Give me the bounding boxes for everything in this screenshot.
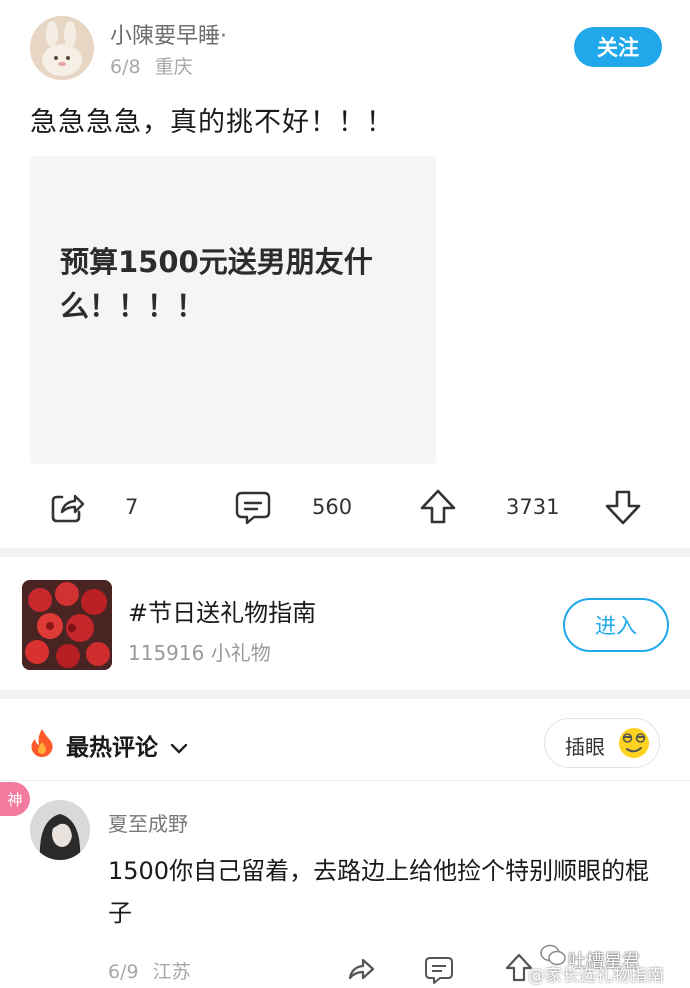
topic-subtitle: 115916 小礼物 — [128, 641, 271, 665]
thumbs-up-arrow-icon — [420, 489, 456, 524]
comment-share-button[interactable] — [346, 954, 376, 988]
thumbs-down-arrow-icon — [605, 490, 641, 525]
enter-topic-button[interactable]: 进入 — [563, 598, 669, 652]
insert-label: 插眼 — [565, 735, 605, 759]
topic-thumbnail[interactable] — [22, 580, 112, 670]
section-divider — [0, 690, 690, 699]
post-username[interactable]: 小陳要早睡· — [110, 18, 227, 50]
like-count: 3731 — [506, 495, 560, 519]
comment-button[interactable] — [234, 488, 272, 530]
insert-eye-button[interactable]: 插眼 — [544, 718, 660, 768]
roses-image — [22, 580, 112, 670]
post-image-text: 预算1500元送男朋友什么！！！！ — [60, 245, 373, 323]
avatar-image — [30, 16, 94, 80]
post-image[interactable]: 预算1500元送男朋友什么！！！！ — [30, 156, 436, 464]
forward-arrow-icon — [348, 958, 375, 980]
commenter-username[interactable]: 夏至成野 — [108, 808, 188, 837]
like-button[interactable] — [419, 488, 457, 530]
comments-separator — [0, 780, 690, 781]
comment-count: 560 — [312, 495, 353, 519]
topic-title[interactable]: #节日送礼物指南 — [128, 593, 316, 628]
post-meta: 6/8 重庆 — [110, 52, 193, 79]
comment-text: 1500你自己留着，去路边上给他捡个特别顺眼的棍子 — [108, 857, 650, 927]
post-date: 6/8 — [110, 56, 141, 78]
post-location: 重庆 — [154, 56, 193, 78]
comments-sort-dropdown[interactable]: 最热评论 — [66, 728, 188, 762]
share-icon — [51, 494, 85, 523]
share-button[interactable] — [48, 488, 86, 530]
smirk-emoji-icon — [619, 728, 649, 758]
comment-reply-button[interactable] — [424, 955, 454, 988]
god-comment-badge: 神 — [0, 782, 30, 816]
post-text: 急急急急，真的挑不好！！！ — [30, 107, 394, 138]
watermark-line2: @家长选礼物指南 — [528, 966, 664, 986]
chevron-down-icon — [170, 743, 188, 754]
comment-date: 6/9 — [108, 961, 139, 983]
comment-icon — [425, 957, 453, 984]
dislike-button[interactable] — [604, 488, 642, 530]
share-count: 7 — [125, 495, 139, 519]
comment-icon — [235, 491, 271, 525]
commenter-avatar-image — [30, 800, 90, 860]
commenter-avatar[interactable] — [30, 800, 90, 860]
sort-label: 最热评论 — [66, 735, 158, 761]
user-avatar[interactable] — [30, 16, 94, 80]
section-divider — [0, 548, 690, 557]
comment-meta: 6/9 江苏 — [108, 957, 191, 984]
follow-button[interactable]: 关注 — [574, 27, 662, 67]
fire-icon — [30, 728, 54, 762]
comment-location: 江苏 — [152, 961, 191, 983]
